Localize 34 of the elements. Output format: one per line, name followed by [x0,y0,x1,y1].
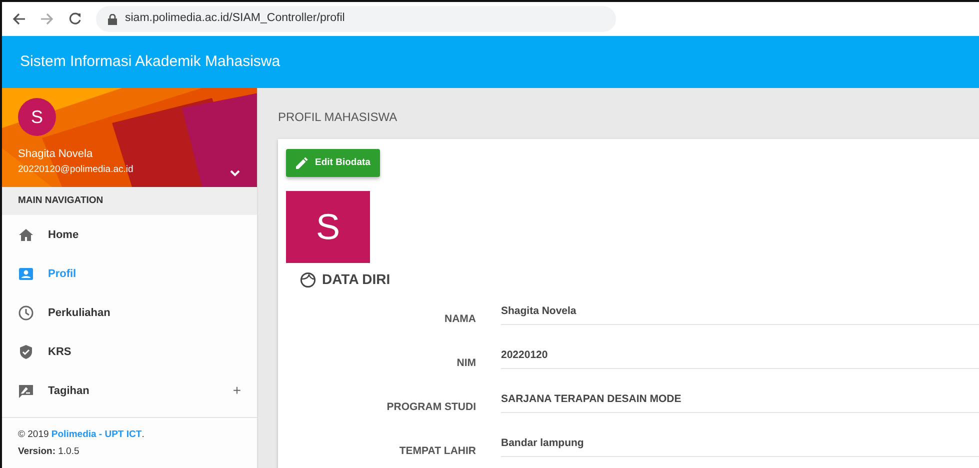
field-value: 20220120 [501,334,979,370]
address-bar[interactable]: siam.polimedia.ac.id/SIAM_Controller/profil [96,6,616,32]
section-title: DATA DIRI [322,270,390,290]
app-title: Sistem Informasi Akademik Mahasiswa [20,52,280,72]
nav-item[interactable]: Tagihan + [2,371,257,410]
field-value: Bandar lampung [501,422,979,458]
user-name: Shagita Novela [18,147,93,162]
nav-item[interactable]: KRS [2,332,257,372]
field-label: NIM [456,356,476,372]
reload-icon[interactable] [68,12,82,26]
nav-item[interactable]: Home [2,215,257,254]
field-value: SARJANA TERAPAN DESAIN MODE [501,378,979,414]
field-label: NAMA [444,312,476,328]
field-value: Shagita Novela [501,290,979,326]
home-icon [18,226,34,243]
user-email: 20220120@polimedia.ac.id [18,162,134,177]
chat-icon [18,382,34,399]
pencil-icon [296,157,308,170]
field-label: TEMPAT LAHIR [398,444,476,460]
expand-toggle[interactable]: + [232,380,241,402]
page-title: PROFIL MAHASISWA [278,109,398,126]
back-icon[interactable] [12,12,26,26]
profile-avatar: S [286,191,370,264]
url-text: siam.polimedia.ac.id/SIAM_Controller/profil [125,11,345,26]
lock-icon [108,14,117,24]
section-heading: MAIN NAVIGATION [2,187,257,216]
face-icon [300,272,316,288]
version-text: Version: 1.0.5 [18,444,80,459]
field-label: PROGRAM STUDI [386,400,476,416]
nav-item[interactable]: Perkuliahan [2,293,257,332]
shield-icon [18,344,34,360]
profile-icon [18,266,34,282]
clock-icon [18,304,34,321]
copyright-text: © 2019 Polimedia - UPT ICT. [18,428,146,442]
